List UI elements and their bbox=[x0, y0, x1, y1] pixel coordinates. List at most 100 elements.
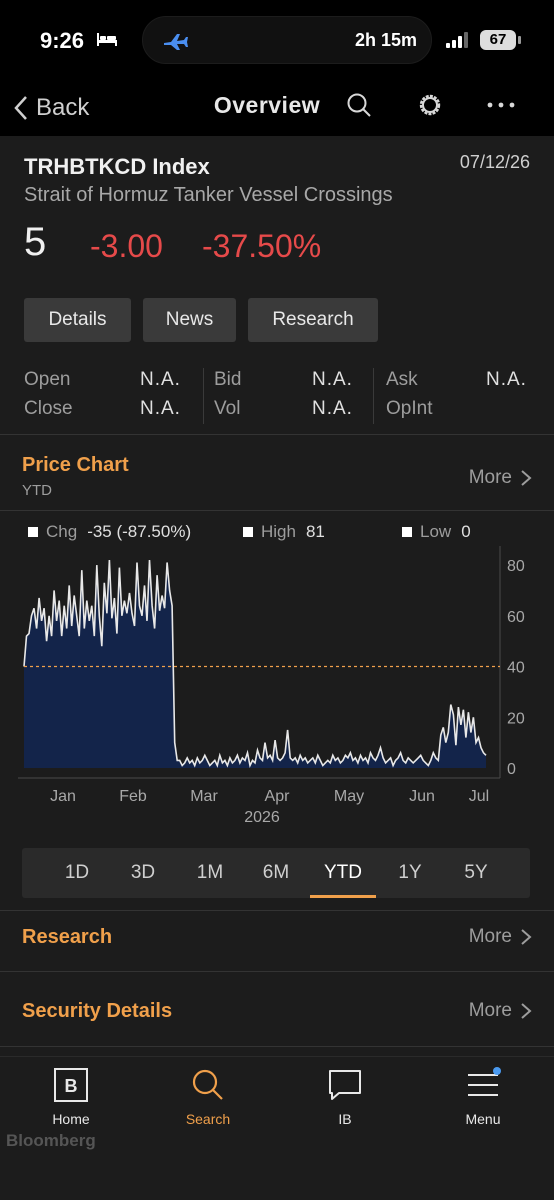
legend-low: Low 0 bbox=[402, 522, 471, 542]
tab-label: Search bbox=[185, 1111, 231, 1127]
close-value: N.A. bbox=[140, 398, 181, 419]
quote-date: 07/12/26 bbox=[459, 152, 530, 172]
percent-change: -37.50% bbox=[202, 228, 322, 264]
x-tick-label: Jun bbox=[409, 788, 435, 805]
legend-low-label: Low bbox=[420, 522, 452, 541]
security-name: Strait of Hormuz Tanker Vessel Crossings bbox=[24, 184, 393, 206]
y-tick-label: 60 bbox=[507, 609, 525, 626]
more-options-icon[interactable] bbox=[486, 90, 516, 120]
quote-divider bbox=[373, 368, 374, 424]
range-button-6m[interactable]: 6M bbox=[243, 848, 309, 898]
gear-icon[interactable] bbox=[415, 90, 445, 120]
legend-swatch bbox=[28, 527, 38, 537]
ask-label: Ask bbox=[386, 369, 418, 390]
research-button[interactable]: Research bbox=[248, 298, 378, 342]
dynamic-island[interactable]: 2h 15m bbox=[142, 16, 432, 64]
y-tick-label: 0 bbox=[507, 761, 516, 778]
legend-chg: Chg -35 (-87.50%) bbox=[28, 522, 191, 542]
legend-chg-value: -35 (-87.50%) bbox=[87, 522, 192, 541]
divider bbox=[0, 510, 554, 511]
open-label: Open bbox=[24, 369, 71, 390]
tab-label: IB bbox=[338, 1111, 352, 1127]
range-button-5y[interactable]: 5Y bbox=[443, 848, 509, 898]
y-tick-label: 80 bbox=[507, 558, 525, 575]
price-chart-more-link[interactable]: More bbox=[469, 467, 532, 489]
nav-bar: Back Overview bbox=[0, 84, 554, 136]
activity-timer: 2h 15m bbox=[354, 30, 417, 50]
status-bar: 9:26 2h 15m 67 bbox=[0, 0, 554, 84]
legend-chg-label: Chg bbox=[46, 522, 78, 541]
battery-icon: 67 bbox=[480, 30, 521, 50]
range-selector: 1D 3D 1M 6M YTD 1Y 5Y bbox=[22, 848, 530, 898]
bed-icon bbox=[97, 33, 117, 46]
price-chart-title[interactable]: Price Chart bbox=[22, 454, 129, 477]
search-icon bbox=[192, 1069, 223, 1100]
open-value: N.A. bbox=[140, 369, 181, 390]
quote-divider bbox=[203, 368, 204, 424]
series-area bbox=[24, 560, 486, 768]
net-change: -3.00 bbox=[90, 228, 163, 264]
bid-label: Bid bbox=[214, 369, 242, 390]
chevron-right-icon bbox=[521, 1003, 532, 1019]
divider bbox=[0, 1046, 554, 1047]
more-label: More bbox=[468, 467, 512, 488]
legend-low-value: 0 bbox=[461, 522, 471, 541]
signal-icon bbox=[446, 32, 468, 48]
security-details-title[interactable]: Security Details bbox=[22, 1000, 172, 1023]
range-button-ytd[interactable]: YTD bbox=[310, 848, 376, 898]
range-button-1d[interactable]: 1D bbox=[44, 848, 110, 898]
details-button[interactable]: Details bbox=[24, 298, 131, 342]
more-label: More bbox=[468, 1000, 512, 1021]
page-title: Overview bbox=[213, 92, 321, 118]
y-tick-label: 40 bbox=[507, 660, 525, 677]
divider bbox=[0, 971, 554, 972]
vol-label: Vol bbox=[214, 398, 241, 419]
news-button[interactable]: News bbox=[143, 298, 236, 342]
research-section-title[interactable]: Research bbox=[22, 926, 112, 949]
chevron-right-icon bbox=[521, 929, 532, 945]
x-tick-label: Jan bbox=[50, 788, 76, 805]
vol-value: N.A. bbox=[312, 398, 353, 419]
x-year-label: 2026 bbox=[244, 809, 280, 826]
research-more-link[interactable]: More bbox=[469, 926, 532, 948]
tab-home[interactable]: B Home bbox=[21, 1067, 121, 1127]
legend-swatch bbox=[402, 527, 412, 537]
x-tick-label: Jul bbox=[469, 788, 489, 805]
x-tick-label: Mar bbox=[190, 788, 218, 805]
ask-value: N.A. bbox=[486, 369, 527, 390]
divider bbox=[0, 910, 554, 911]
range-button-1y[interactable]: 1Y bbox=[377, 848, 443, 898]
svg-text:B: B bbox=[65, 1076, 78, 1096]
hamburger-menu-icon bbox=[468, 1067, 501, 1096]
close-label: Close bbox=[24, 398, 73, 419]
x-tick-label: Apr bbox=[265, 788, 291, 805]
tab-ib[interactable]: IB bbox=[295, 1067, 395, 1127]
x-tick-label: May bbox=[334, 788, 364, 805]
overview-panel: TRHBTKCD Index 07/12/26 Strait of Hormuz… bbox=[0, 136, 554, 1056]
legend-high-label: High bbox=[261, 522, 296, 541]
legend-swatch bbox=[243, 527, 253, 537]
legend-high-value: 81 bbox=[305, 522, 325, 541]
bloomberg-b-icon: B bbox=[54, 1068, 88, 1102]
airplane-icon bbox=[164, 34, 188, 50]
price-chart[interactable]: 80 60 40 20 0 Jan Feb Mar Apr May Jun Jul 2026 bbox=[0, 546, 554, 836]
security-details-more-link[interactable]: More bbox=[469, 1000, 532, 1022]
tab-label: Menu bbox=[465, 1111, 501, 1127]
status-time: 9:26 bbox=[40, 28, 85, 53]
tab-search[interactable]: Search bbox=[158, 1067, 258, 1127]
y-tick-label: 20 bbox=[507, 710, 525, 727]
range-button-3d[interactable]: 3D bbox=[110, 848, 176, 898]
price-chart-period: YTD bbox=[22, 482, 52, 499]
range-button-1m[interactable]: 1M bbox=[177, 848, 243, 898]
last-price: 5 bbox=[24, 220, 47, 264]
tab-menu[interactable]: Menu bbox=[433, 1067, 533, 1127]
chevron-right-icon bbox=[521, 470, 532, 486]
bottom-tab-bar: B Home Search IB Menu Bloomberg bbox=[0, 1056, 554, 1200]
bid-value: N.A. bbox=[312, 369, 353, 390]
chat-bubble-icon bbox=[329, 1070, 361, 1100]
divider bbox=[0, 434, 554, 435]
more-label: More bbox=[468, 926, 512, 947]
legend-high: High 81 bbox=[243, 522, 325, 542]
search-icon[interactable] bbox=[344, 90, 374, 120]
tab-label: Home bbox=[52, 1111, 90, 1127]
